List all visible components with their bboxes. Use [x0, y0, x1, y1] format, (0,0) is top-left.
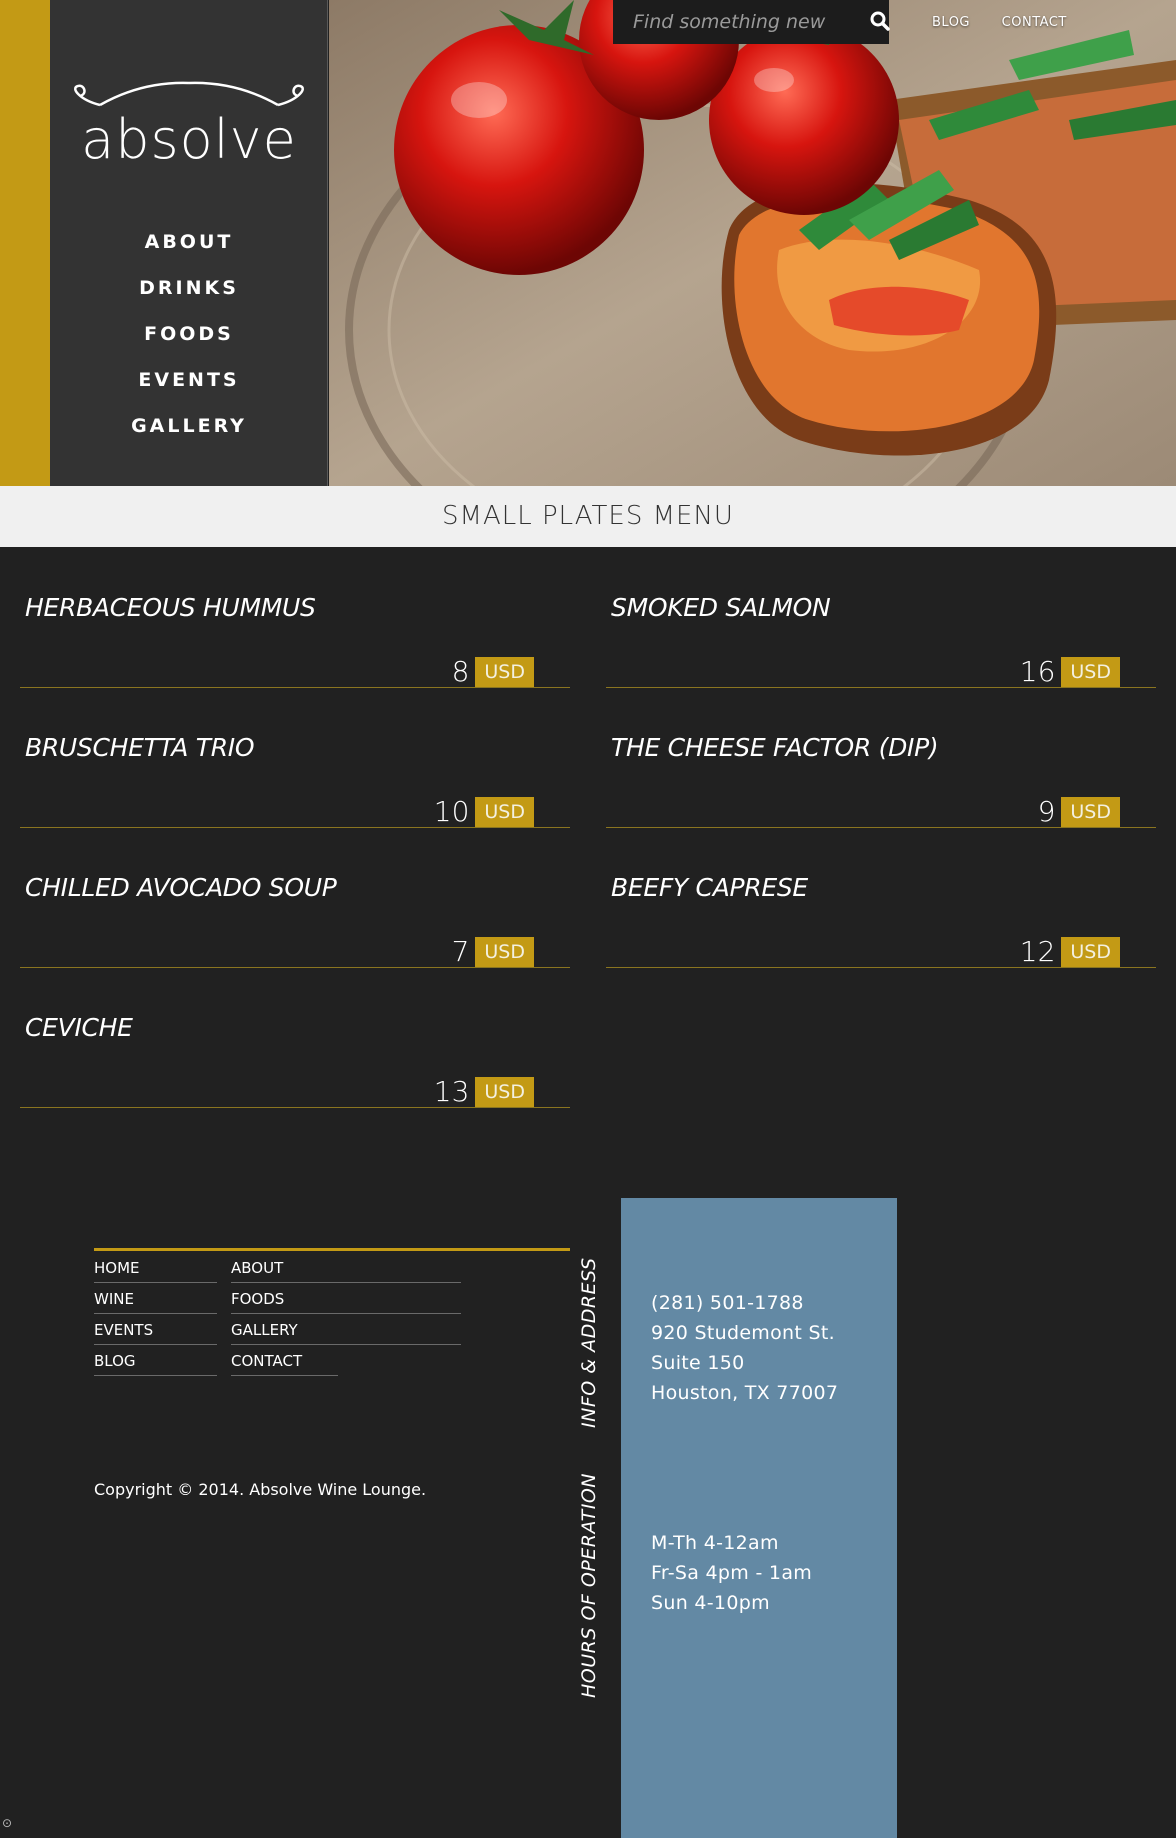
hours-line: Fr-Sa 4pm - 1am: [651, 1562, 813, 1584]
menu-item-name: SMOKED SALMON: [611, 593, 831, 622]
menu-item-name: CHILLED AVOCADO SOUP: [25, 873, 337, 902]
hero-food-photo: [329, 0, 1176, 486]
menu-item: BEEFY CAPRESE 12 USD: [606, 868, 1156, 968]
menu-item-price: 7: [451, 935, 470, 968]
address-line: Suite 150: [651, 1352, 745, 1374]
address-line: 920 Studemont St.: [651, 1322, 835, 1344]
nav-item-foods[interactable]: FOODS: [50, 317, 328, 363]
footer-link-label: BLOG: [94, 1351, 217, 1376]
footer-link-label: FOODS: [231, 1289, 461, 1314]
main-nav: ABOUT DRINKS FOODS EVENTS GALLERY: [50, 225, 328, 455]
currency-badge: USD: [475, 937, 534, 967]
currency-badge: USD: [1061, 797, 1120, 827]
footer-link-label: ABOUT: [231, 1258, 461, 1283]
price-tag: 9 USD: [1038, 797, 1120, 827]
logo[interactable]: absolve: [70, 80, 308, 170]
nav-item-events[interactable]: EVENTS: [50, 363, 328, 409]
footer-link-label: CONTACT: [231, 1351, 338, 1376]
menu-item-name: BEEFY CAPRESE: [611, 873, 808, 902]
hours-label: HOURS OF OPERATION: [578, 1473, 600, 1698]
logo-wordmark: absolve: [81, 108, 297, 171]
top-link-contact[interactable]: CONTACT: [1002, 15, 1067, 30]
phone-number[interactable]: (281) 501-1788: [651, 1288, 838, 1318]
copyright-text: Copyright © 2014. Absolve Wine Lounge.: [94, 1480, 427, 1499]
currency-badge: USD: [1061, 657, 1120, 687]
search-input[interactable]: [613, 0, 849, 44]
search-button[interactable]: [868, 10, 892, 34]
footer-link-label: GALLERY: [231, 1320, 461, 1345]
price-tag: 10 USD: [434, 797, 534, 827]
menu-item-price: 16: [1019, 655, 1056, 688]
menu-item-name: THE CHEESE FACTOR (DIP): [611, 733, 939, 762]
price-tag: 13 USD: [434, 1077, 534, 1107]
menu-item-price: 12: [1019, 935, 1056, 968]
info-panel: (281) 501-1788 920 Studemont St. Suite 1…: [621, 1198, 897, 1838]
top-links: BLOG CONTACT: [932, 15, 1094, 30]
gold-accent-strip: [0, 0, 50, 486]
header-hero: absolve ABOUT DRINKS FOODS EVENTS GALLER…: [0, 0, 1176, 486]
top-link-blog[interactable]: BLOG: [932, 15, 970, 30]
nav-item-gallery[interactable]: GALLERY: [50, 409, 328, 455]
address-block: (281) 501-1788 920 Studemont St. Suite 1…: [651, 1288, 838, 1408]
section-title: SMALL PLATES MENU: [0, 486, 1176, 547]
footer-link-gallery[interactable]: GALLERY: [231, 1320, 461, 1351]
footer-link-label: WINE: [94, 1289, 217, 1314]
menu-item-name: CEVICHE: [25, 1013, 133, 1042]
menu-item: HERBACEOUS HUMMUS 8 USD: [20, 588, 570, 688]
info-address-label: INFO & ADDRESS: [578, 1257, 600, 1428]
currency-badge: USD: [475, 657, 534, 687]
footer-link-label: EVENTS: [94, 1320, 217, 1345]
search-bar: [613, 0, 889, 44]
currency-badge: USD: [475, 797, 534, 827]
nav-item-about[interactable]: ABOUT: [50, 225, 328, 271]
footer-link-contact[interactable]: CONTACT: [231, 1351, 461, 1382]
footer-link-blog[interactable]: BLOG: [94, 1351, 231, 1382]
footer-link-foods[interactable]: FOODS: [231, 1289, 461, 1320]
nav-item-drinks[interactable]: DRINKS: [50, 271, 328, 317]
footer-link-label: HOME: [94, 1258, 217, 1283]
footer-link-events[interactable]: EVENTS: [94, 1320, 231, 1351]
price-tag: 12 USD: [1020, 937, 1120, 967]
hours-line: M-Th 4-12am: [651, 1532, 779, 1554]
price-tag: 8 USD: [452, 657, 534, 687]
menu-item-name: BRUSCHETTA TRIO: [25, 733, 255, 762]
menu-item-name: HERBACEOUS HUMMUS: [25, 593, 316, 622]
footer-link-about[interactable]: ABOUT: [231, 1258, 461, 1289]
menu-item: CHILLED AVOCADO SOUP 7 USD: [20, 868, 570, 968]
footer-link-home[interactable]: HOME: [94, 1258, 231, 1289]
price-tag: 7 USD: [452, 937, 534, 967]
menu-item: BRUSCHETTA TRIO 10 USD: [20, 728, 570, 828]
menu-item: CEVICHE 13 USD: [20, 1008, 570, 1108]
corner-widget-icon[interactable]: ⊙: [2, 1816, 12, 1830]
search-icon: [870, 11, 890, 31]
menu-item: SMOKED SALMON 16 USD: [606, 588, 1156, 688]
footer-link-wine[interactable]: WINE: [94, 1289, 231, 1320]
menu-item-price: 9: [1037, 795, 1056, 828]
footer-nav: HOME ABOUT WINE FOODS EVENTS GALLERY BLO…: [94, 1248, 570, 1382]
sidebar: absolve ABOUT DRINKS FOODS EVENTS GALLER…: [50, 0, 328, 486]
address-line: Houston, TX 77007: [651, 1382, 839, 1404]
hours-line: Sun 4-10pm: [651, 1592, 770, 1614]
menu-item-price: 10: [433, 795, 470, 828]
hours-block: M-Th 4-12am Fr-Sa 4pm - 1am Sun 4-10pm: [651, 1528, 812, 1618]
menu-item-price: 13: [433, 1075, 470, 1108]
menu-item: THE CHEESE FACTOR (DIP) 9 USD: [606, 728, 1156, 828]
menu-item-price: 8: [451, 655, 470, 688]
currency-badge: USD: [475, 1077, 534, 1107]
currency-badge: USD: [1061, 937, 1120, 967]
price-tag: 16 USD: [1020, 657, 1120, 687]
